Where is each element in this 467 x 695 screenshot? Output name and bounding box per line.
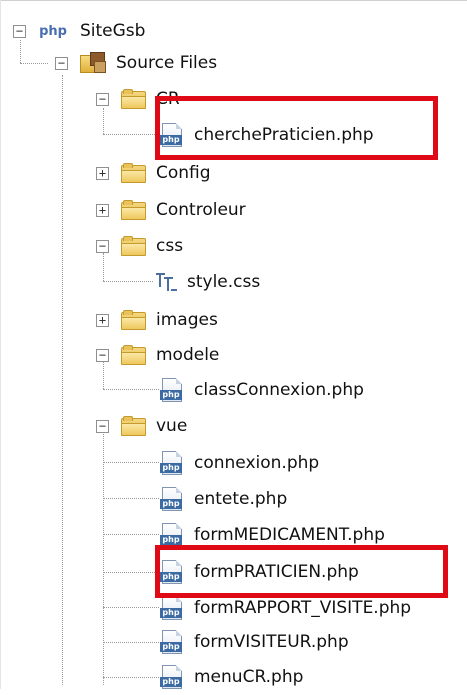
collapse-toggle[interactable]: − bbox=[55, 56, 68, 70]
folder-label: Controleur bbox=[156, 200, 246, 220]
tree-node-folder-images[interactable]: + images bbox=[96, 302, 218, 338]
file-label: menuCR.php bbox=[194, 667, 304, 687]
collapse-toggle[interactable]: − bbox=[13, 24, 26, 38]
tree-connector bbox=[62, 75, 63, 685]
folder-label: Config bbox=[156, 163, 211, 183]
project-tree: − php SiteGsb − Source Files − CR php ch… bbox=[0, 0, 467, 689]
php-file-icon: php bbox=[160, 596, 184, 620]
tree-connector bbox=[103, 498, 159, 499]
expand-toggle[interactable]: + bbox=[96, 166, 109, 180]
file-label: formVISITEUR.php bbox=[194, 632, 349, 652]
folder-icon bbox=[121, 416, 146, 436]
php-file-icon: php bbox=[160, 630, 184, 654]
tree-node-folder-css[interactable]: − css bbox=[96, 228, 183, 264]
tree-connector bbox=[103, 389, 159, 390]
folder-icon bbox=[121, 310, 146, 330]
tree-connector bbox=[103, 534, 159, 535]
file-label: formRAPPORT_VISITE.php bbox=[194, 598, 412, 618]
folder-icon bbox=[121, 200, 146, 220]
tree-connector bbox=[103, 642, 159, 643]
tree-connector bbox=[103, 462, 159, 463]
folder-icon bbox=[121, 345, 146, 365]
tree-node-folder-controleur[interactable]: + Controleur bbox=[96, 192, 246, 228]
folder-icon bbox=[121, 163, 146, 183]
project-name: SiteGsb bbox=[80, 21, 146, 41]
expand-toggle[interactable]: + bbox=[96, 203, 109, 217]
tree-connector bbox=[103, 607, 159, 608]
css-file-icon bbox=[155, 272, 177, 292]
tree-node-source-files[interactable]: − Source Files bbox=[55, 45, 217, 81]
tree-connector bbox=[103, 134, 159, 135]
tree-node-file[interactable]: php formVISITEUR.php bbox=[160, 624, 349, 660]
tree-node-file[interactable]: php menuCR.php bbox=[160, 659, 304, 695]
tree-node-file[interactable]: style.css bbox=[155, 264, 260, 300]
collapse-toggle[interactable]: − bbox=[96, 239, 109, 253]
folder-label: css bbox=[156, 236, 184, 256]
tree-node-folder-modele[interactable]: − modele bbox=[96, 337, 219, 373]
tree-connector bbox=[20, 63, 48, 64]
php-file-icon: php bbox=[160, 378, 184, 402]
collapse-toggle[interactable]: − bbox=[96, 419, 109, 433]
tree-connector bbox=[103, 677, 159, 678]
tree-connector bbox=[103, 281, 153, 282]
php-project-icon: php bbox=[39, 23, 67, 39]
tree-node-file[interactable]: php entete.php bbox=[160, 481, 288, 517]
php-file-icon: php bbox=[160, 487, 184, 511]
tree-node-folder-vue[interactable]: − vue bbox=[96, 408, 187, 444]
highlight-box bbox=[155, 96, 438, 160]
tree-node-file[interactable]: php connexion.php bbox=[160, 445, 320, 481]
folder-icon bbox=[121, 236, 146, 256]
tree-connector bbox=[103, 432, 104, 685]
folder-label: images bbox=[156, 310, 218, 330]
source-files-label: Source Files bbox=[116, 53, 218, 73]
file-label: entete.php bbox=[194, 489, 288, 509]
highlight-box bbox=[155, 545, 448, 598]
file-label: style.css bbox=[187, 272, 261, 292]
tree-node-file[interactable]: php classConnexion.php bbox=[160, 372, 364, 408]
collapse-toggle[interactable]: − bbox=[96, 92, 109, 106]
folder-label: vue bbox=[156, 416, 188, 436]
file-label: connexion.php bbox=[194, 453, 320, 473]
tree-node-project[interactable]: − php SiteGsb bbox=[13, 13, 145, 49]
folder-icon bbox=[121, 89, 146, 109]
tree-connector bbox=[103, 572, 159, 573]
php-file-icon: php bbox=[160, 665, 184, 689]
file-label: classConnexion.php bbox=[194, 380, 364, 400]
folder-label: modele bbox=[156, 345, 220, 365]
php-file-icon: php bbox=[160, 523, 184, 547]
tree-node-folder-config[interactable]: + Config bbox=[96, 155, 211, 191]
file-label: formMEDICAMENT.php bbox=[194, 525, 385, 545]
php-file-icon: php bbox=[160, 451, 184, 475]
source-package-icon bbox=[80, 52, 106, 74]
expand-toggle[interactable]: + bbox=[96, 313, 109, 327]
collapse-toggle[interactable]: − bbox=[96, 348, 109, 362]
